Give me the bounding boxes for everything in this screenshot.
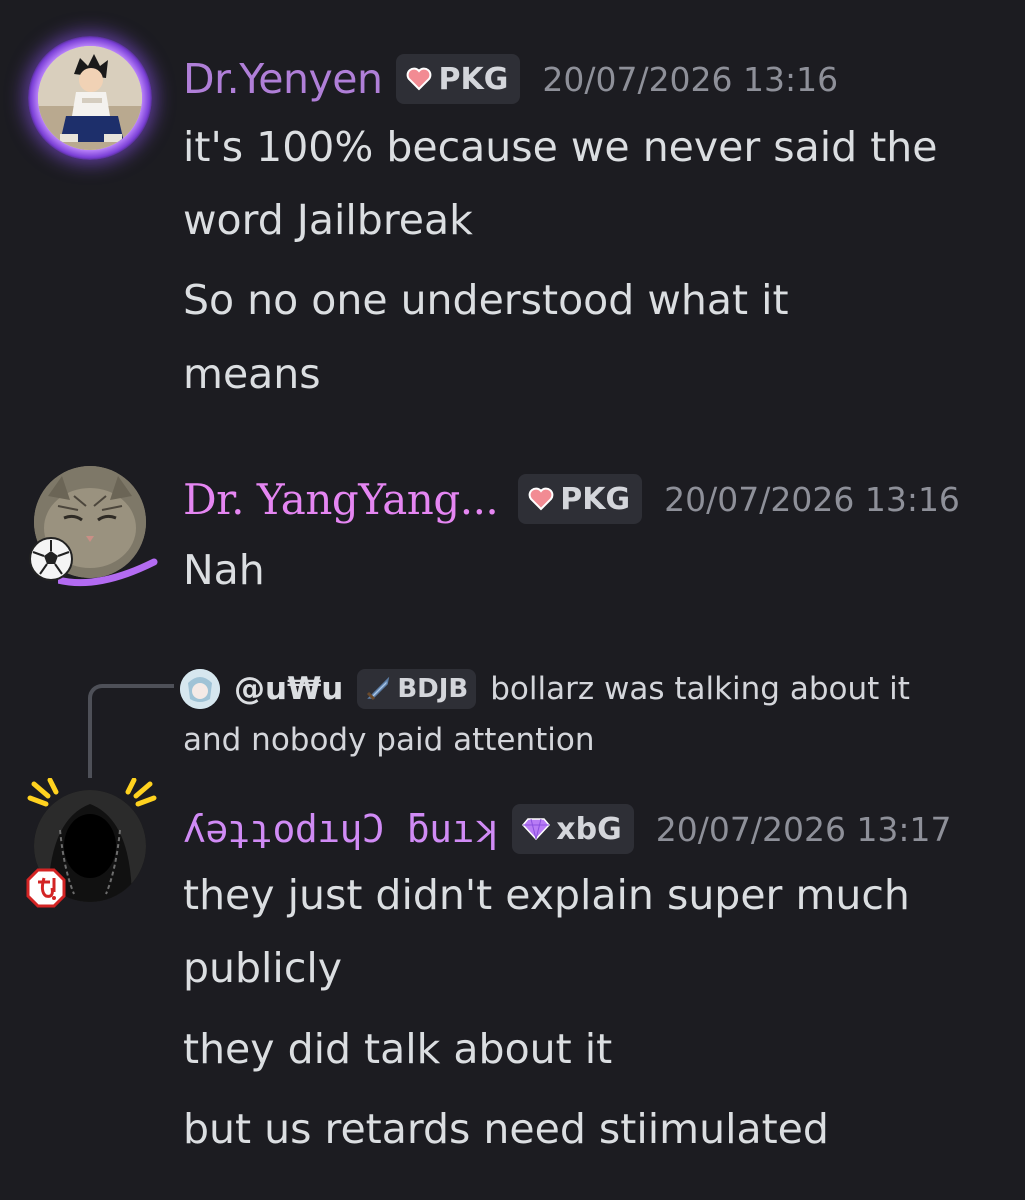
sword-icon — [365, 676, 391, 702]
username[interactable]: Dr.Yenyen — [183, 55, 383, 103]
reply-text: and nobody paid attention — [183, 722, 595, 758]
server-tag[interactable]: PKG — [396, 54, 521, 104]
message-line: Nah — [183, 546, 265, 594]
username[interactable]: ʎǝʇʇodıɥƆ ƃuıʞ — [183, 807, 497, 851]
message-line: it's 100% because we never said the — [183, 123, 938, 171]
reply-avatar — [180, 669, 220, 709]
message-line: publicly — [183, 944, 343, 992]
message-line: word Jailbreak — [183, 196, 473, 244]
message-header: Dr.Yenyen PKG 20/07/2026 13:16 — [183, 54, 838, 104]
status-badge — [26, 868, 66, 908]
tag-label: xbG — [556, 811, 622, 847]
tag-label: BDJB — [397, 674, 469, 704]
server-tag[interactable]: xbG — [512, 804, 634, 854]
alert-rays-icon — [24, 777, 160, 818]
username[interactable]: Dr. YangYang... — [183, 475, 499, 524]
heart-icon — [406, 67, 432, 91]
heart-icon — [528, 487, 554, 511]
tag-label: PKG — [560, 481, 631, 517]
timestamp: 20/07/2026 13:17 — [655, 809, 952, 849]
message-line: but us retards need stiimulated — [183, 1105, 829, 1153]
message-line: means — [183, 350, 321, 398]
reply-connector — [88, 684, 174, 778]
gem-icon — [522, 817, 551, 841]
timestamp: 20/07/2026 13:16 — [542, 59, 839, 99]
message-line: they did talk about it — [183, 1025, 613, 1073]
tag-label: PKG — [438, 61, 509, 97]
message-line: So no one understood what it — [183, 276, 789, 324]
server-tag[interactable]: PKG — [518, 474, 643, 524]
timestamp: 20/07/2026 13:16 — [664, 479, 960, 519]
reply-server-tag[interactable]: BDJB — [357, 669, 477, 709]
avatar-image — [38, 46, 142, 150]
avatar[interactable] — [38, 46, 142, 150]
reply-preview[interactable]: @u₩u BDJB bollarz was talking about it — [180, 668, 910, 710]
message-line: they just didn't explain super much — [183, 871, 910, 919]
reply-username[interactable]: @u₩u — [234, 671, 343, 707]
soccer-ball-icon — [28, 536, 74, 582]
reply-text: bollarz was talking about it — [490, 671, 910, 707]
message-header: Dr. YangYang... PKG 20/07/2026 13:16 — [183, 474, 960, 524]
message-header: ʎǝʇʇodıɥƆ ƃuıʞ xbG 20/07/2026 13:17 — [183, 804, 952, 854]
